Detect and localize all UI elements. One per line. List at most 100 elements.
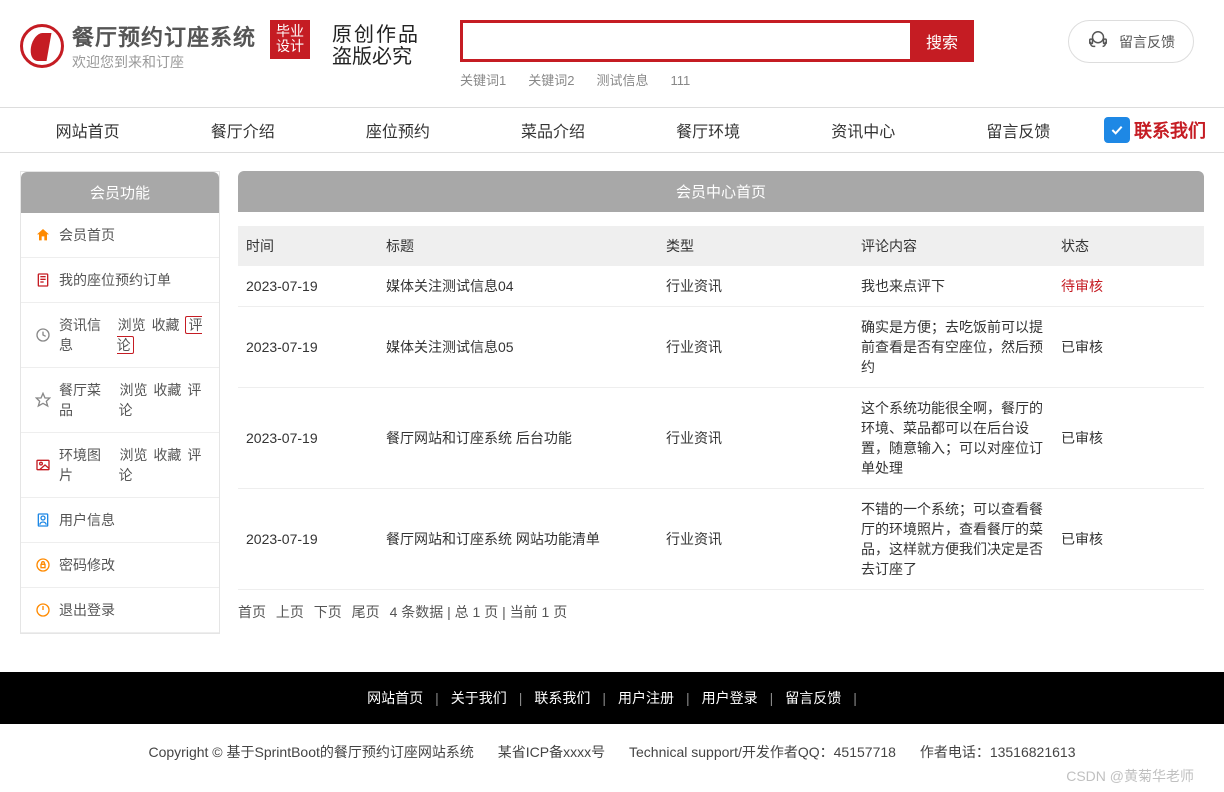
sidebar-item[interactable]: 密码修改 (21, 543, 219, 588)
keyword-link[interactable]: 关键词1 (460, 73, 506, 88)
home-icon (35, 227, 51, 243)
nav-item[interactable]: 菜品介绍 (475, 118, 630, 142)
sidebar-item-label: 密码修改 (59, 555, 115, 575)
pager-summary: 4 条数据 | 总 1 页 | 当前 1 页 (390, 604, 568, 620)
sidebar-title: 会员功能 (21, 172, 219, 213)
sidebar-sub-link[interactable]: 收藏 (153, 382, 181, 398)
sidebar: 会员功能 会员首页我的座位预约订单资讯信息 浏览 收藏 评论餐厅菜品 浏览 收藏… (20, 171, 220, 634)
nav-contact-label: 联系我们 (1134, 117, 1206, 143)
table-cell: 2023-07-19 (238, 388, 378, 489)
feedback-pill[interactable]: 留言反馈 (1068, 20, 1194, 63)
table-cell: 我也来点评下 (853, 266, 1053, 307)
sidebar-sub-link[interactable]: 浏览 (120, 447, 148, 463)
table-header: 时间 (238, 226, 378, 266)
order-icon (35, 272, 51, 288)
keyword-link[interactable]: 关键词2 (528, 73, 574, 88)
pager-next[interactable]: 下页 (314, 604, 342, 620)
table-cell: 餐厅网站和订座系统 网站功能清单 (378, 489, 658, 590)
footer-copyright: Copyright © 基于SprintBoot的餐厅预约订座网站系统 (149, 744, 474, 760)
originality-line2: 盗版必究 (332, 46, 420, 68)
footer-link[interactable]: 留言反馈 (785, 690, 841, 706)
sidebar-item-label: 用户信息 (59, 510, 115, 530)
nav-contact[interactable]: 联系我们 (1096, 117, 1214, 143)
panel-title: 会员中心首页 (238, 171, 1204, 212)
nav-item[interactable]: 资讯中心 (786, 118, 941, 142)
table-header: 评论内容 (853, 226, 1053, 266)
footer-icp: 某省ICP备xxxx号 (498, 744, 605, 760)
check-icon (1104, 117, 1130, 143)
sidebar-item[interactable]: 环境图片 浏览 收藏 评论 (21, 433, 219, 498)
table-header: 标题 (378, 226, 658, 266)
table-cell: 行业资讯 (658, 266, 853, 307)
sidebar-sub-link[interactable]: 浏览 (118, 317, 146, 333)
clock-icon (35, 327, 51, 343)
feedback-label: 留言反馈 (1119, 32, 1175, 52)
table-cell: 行业资讯 (658, 307, 853, 388)
separator: | (519, 690, 523, 706)
sidebar-item-label: 餐厅菜品 (59, 380, 109, 420)
search-button[interactable]: 搜索 (910, 20, 974, 62)
sidebar-sub-link[interactable]: 收藏 (153, 447, 181, 463)
table-cell: 已审核 (1053, 388, 1204, 489)
comments-table: 时间标题类型评论内容状态 2023-07-19媒体关注测试信息04行业资讯我也来… (238, 226, 1204, 590)
footer-link[interactable]: 关于我们 (451, 690, 507, 706)
footer-tech: Technical support/开发作者QQ：45157718 (629, 744, 896, 760)
footer-link[interactable]: 用户注册 (618, 690, 674, 706)
originality-text: 原创作品 盗版必究 (332, 24, 420, 68)
image-icon (35, 457, 51, 473)
footer-link[interactable]: 用户登录 (702, 690, 758, 706)
sidebar-item[interactable]: 我的座位预约订单 (21, 258, 219, 303)
user-icon (35, 512, 51, 528)
keyword-link[interactable]: 测试信息 (596, 73, 648, 88)
footer-dark: 网站首页|关于我们|联系我们|用户注册|用户登录|留言反馈| (0, 672, 1224, 724)
logo-block: 餐厅预约订座系统 欢迎您到来和订座 毕业 设计 原创作品 盗版必究 (20, 20, 420, 72)
pager-first[interactable]: 首页 (238, 604, 266, 620)
separator: | (602, 690, 606, 706)
table-header: 类型 (658, 226, 853, 266)
table-cell: 行业资讯 (658, 489, 853, 590)
table-cell: 已审核 (1053, 307, 1204, 388)
sidebar-item[interactable]: 用户信息 (21, 498, 219, 543)
table-row: 2023-07-19媒体关注测试信息04行业资讯我也来点评下待审核 (238, 266, 1204, 307)
nav-item[interactable]: 餐厅介绍 (165, 118, 320, 142)
originality-line1: 原创作品 (332, 24, 420, 46)
footer-link[interactable]: 联系我们 (534, 690, 590, 706)
footer-light: Copyright © 基于SprintBoot的餐厅预约订座网站系统 某省IC… (0, 724, 1224, 792)
star-icon (35, 392, 51, 408)
nav-item[interactable]: 餐厅环境 (631, 118, 786, 142)
pager: 首页 上页 下页 尾页 4 条数据 | 总 1 页 | 当前 1 页 (238, 602, 1204, 622)
separator: | (770, 690, 774, 706)
table-cell: 2023-07-19 (238, 307, 378, 388)
nav-item[interactable]: 座位预约 (320, 118, 475, 142)
sidebar-item[interactable]: 餐厅菜品 浏览 收藏 评论 (21, 368, 219, 433)
table-cell: 不错的一个系统；可以查看餐厅的环境照片，查看餐厅的菜品，这样就方便我们决定是否去… (853, 489, 1053, 590)
nav-item[interactable]: 留言反馈 (941, 118, 1096, 142)
table-cell: 待审核 (1053, 266, 1204, 307)
sidebar-item-label: 会员首页 (59, 225, 115, 245)
search-input[interactable] (460, 20, 910, 62)
pager-prev[interactable]: 上页 (276, 604, 304, 620)
table-row: 2023-07-19餐厅网站和订座系统 后台功能行业资讯这个系统功能很全啊，餐厅… (238, 388, 1204, 489)
sidebar-sub-link[interactable]: 浏览 (120, 382, 148, 398)
sidebar-item[interactable]: 资讯信息 浏览 收藏 评论 (21, 303, 219, 368)
sidebar-item-label: 我的座位预约订单 (59, 270, 171, 290)
search-keywords: 关键词1 关键词2 测试信息 111 (460, 70, 974, 89)
table-cell: 媒体关注测试信息05 (378, 307, 658, 388)
table-header: 状态 (1053, 226, 1204, 266)
separator: | (435, 690, 439, 706)
footer-link[interactable]: 网站首页 (367, 690, 423, 706)
sidebar-item-label: 环境图片 (59, 445, 109, 485)
nav-item[interactable]: 网站首页 (10, 118, 165, 142)
app-subtitle: 欢迎您到来和订座 (72, 52, 256, 72)
table-cell: 餐厅网站和订座系统 后台功能 (378, 388, 658, 489)
pager-last[interactable]: 尾页 (352, 604, 380, 620)
sidebar-item[interactable]: 会员首页 (21, 213, 219, 258)
sidebar-item[interactable]: 退出登录 (21, 588, 219, 633)
footer-phone: 作者电话：13516821613 (920, 744, 1076, 760)
separator: | (853, 690, 857, 706)
app-title: 餐厅预约订座系统 (72, 20, 256, 52)
keyword-link[interactable]: 111 (671, 73, 691, 88)
table-row: 2023-07-19餐厅网站和订座系统 网站功能清单行业资讯不错的一个系统；可以… (238, 489, 1204, 590)
watermark: CSDN @黄菊华老师 (1066, 766, 1194, 786)
sidebar-sub-link[interactable]: 收藏 (152, 317, 180, 333)
